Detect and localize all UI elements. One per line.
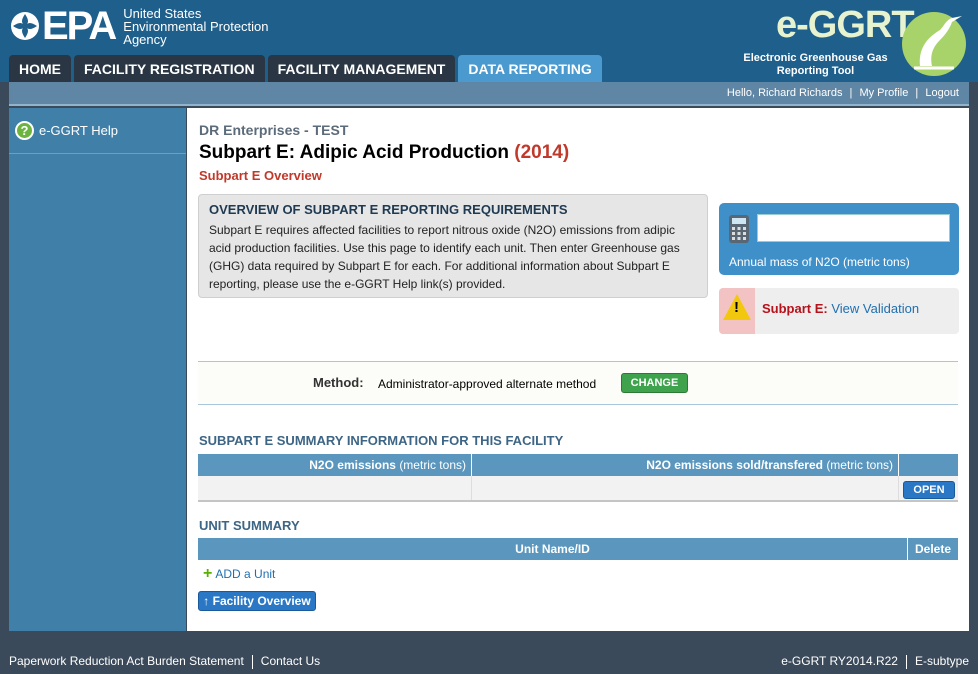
page-title-text: Subpart E: Adipic Acid Production (199, 142, 509, 163)
cell-n2o-emissions (198, 476, 472, 500)
brand-subtitle: Electronic Greenhouse Gas Reporting Tool (738, 52, 893, 78)
n2o-mass-panel: Annual mass of N2O (metric tons) (719, 203, 959, 275)
unit-summary-table: Unit Name/ID Delete (198, 538, 958, 560)
version-label: e-GGRT RY2014.R22 (781, 654, 898, 668)
warning-mark: ! (734, 299, 739, 316)
user-bar: Hello, Richard Richards | My Profile | L… (9, 82, 969, 106)
agency-name-line: Agency (123, 31, 167, 47)
overview-text: Subpart E requires affected facilities t… (209, 223, 680, 291)
col-unit: (metric tons) (399, 458, 466, 472)
tab-data-reporting[interactable]: DATA REPORTING (458, 55, 602, 82)
help-icon: ? (15, 121, 34, 140)
footer-right: e-GGRT RY2014.R22 E-subtype (781, 654, 969, 669)
add-unit-label: ADD a Unit (215, 567, 276, 581)
tab-home[interactable]: HOME (9, 55, 71, 82)
unit-table-header: Unit Name/ID Delete (198, 538, 958, 560)
calculator-icon (729, 215, 749, 243)
agency-name: United States Environmental Protection A… (123, 7, 268, 46)
summary-table-header: N2O emissions (metric tons) N2O emission… (198, 454, 958, 476)
footer: Paperwork Reduction Act Burden Statement… (0, 648, 978, 674)
unit-summary-title: UNIT SUMMARY (199, 518, 300, 533)
summary-section-title: SUBPART E SUMMARY INFORMATION FOR THIS F… (199, 433, 564, 448)
footer-left: Paperwork Reduction Act Burden Statement… (9, 654, 320, 669)
validation-label: Subpart E: (762, 301, 828, 316)
col-n2o-sold: N2O emissions sold/transfered (metric to… (472, 454, 899, 476)
table-row (198, 476, 958, 502)
overview-title: OVERVIEW OF SUBPART E REPORTING REQUIREM… (209, 202, 568, 217)
validation-panel: ! Subpart E: View Validation (719, 288, 959, 334)
epa-logo[interactable]: EPA United States Environmental Protecti… (10, 6, 269, 46)
cell-n2o-sold (472, 476, 899, 500)
brand-subtitle-line: Reporting Tool (776, 65, 855, 77)
n2o-mass-label: Annual mass of N2O (metric tons) (729, 255, 910, 269)
my-profile-link[interactable]: My Profile (859, 87, 908, 99)
agency-name-line: United States (123, 5, 202, 21)
brand-title: e-GGRT (776, 4, 915, 46)
egret-logo-icon (902, 12, 966, 76)
n2o-mass-field (757, 214, 950, 242)
separator (905, 654, 907, 669)
page-title: Subpart E: Adipic Acid Production (2014) (199, 142, 569, 164)
plus-icon: + (203, 565, 213, 582)
col-unit-name: Unit Name/ID (198, 538, 908, 560)
sidebar: ? e-GGRT Help (9, 108, 186, 631)
contact-us-link[interactable]: Contact Us (261, 654, 320, 668)
epa-flower-icon (11, 12, 39, 40)
separator (251, 654, 253, 669)
add-unit-link[interactable]: + ADD a Unit (203, 565, 276, 582)
col-n2o-emissions: N2O emissions (metric tons) (198, 454, 472, 476)
col-label: N2O emissions sold/transfered (646, 458, 823, 472)
summary-table: N2O emissions (metric tons) N2O emission… (198, 454, 958, 502)
open-button[interactable]: OPEN (903, 481, 955, 499)
site-header: EPA United States Environmental Protecti… (0, 0, 978, 82)
eggrt-brand[interactable]: e-GGRT Electronic Greenhouse Gas Reporti… (738, 4, 968, 80)
brand-subtitle-line: Electronic Greenhouse Gas (743, 52, 888, 64)
facility-overview-button[interactable]: ↑ Facility Overview (198, 591, 316, 611)
user-greeting: Hello, Richard Richards (726, 87, 843, 99)
reporting-year: (2014) (514, 142, 570, 163)
paperwork-link[interactable]: Paperwork Reduction Act Burden Statement (9, 654, 244, 668)
col-delete: Delete (914, 542, 952, 556)
change-method-button[interactable]: CHANGE (621, 373, 688, 393)
agency-name-line: Environmental Protection (123, 18, 269, 34)
main-nav: HOME FACILITY REGISTRATION FACILITY MANA… (9, 55, 605, 82)
col-unit: (metric tons) (826, 458, 893, 472)
separator: | (849, 87, 853, 99)
sidebar-item-help[interactable]: ? e-GGRT Help (9, 108, 186, 154)
method-row: Method: Administrator-approved alternate… (198, 361, 958, 405)
method-label: Method: (313, 375, 364, 390)
overview-box: OVERVIEW OF SUBPART E REPORTING REQUIREM… (198, 194, 708, 298)
separator: | (915, 87, 919, 99)
logout-link[interactable]: Logout (925, 87, 959, 99)
subtype-label: E-subtype (914, 654, 969, 668)
epa-mark: EPA (42, 4, 117, 48)
main-content: DR Enterprises - TEST Subpart E: Adipic … (187, 108, 969, 631)
col-label: N2O emissions (309, 458, 396, 472)
method-value: Administrator-approved alternate method (378, 377, 597, 391)
tab-facility-registration[interactable]: FACILITY REGISTRATION (74, 55, 265, 82)
sidebar-item-label: e-GGRT Help (39, 123, 118, 138)
company-name: DR Enterprises - TEST (199, 122, 349, 138)
warning-icon: ! (719, 288, 755, 334)
view-validation-link[interactable]: View Validation (831, 301, 919, 316)
col-action (899, 454, 958, 476)
validation-text: Subpart E: View Validation (762, 301, 919, 316)
page-subtitle: Subpart E Overview (199, 168, 322, 183)
tab-facility-management[interactable]: FACILITY MANAGEMENT (267, 55, 456, 82)
